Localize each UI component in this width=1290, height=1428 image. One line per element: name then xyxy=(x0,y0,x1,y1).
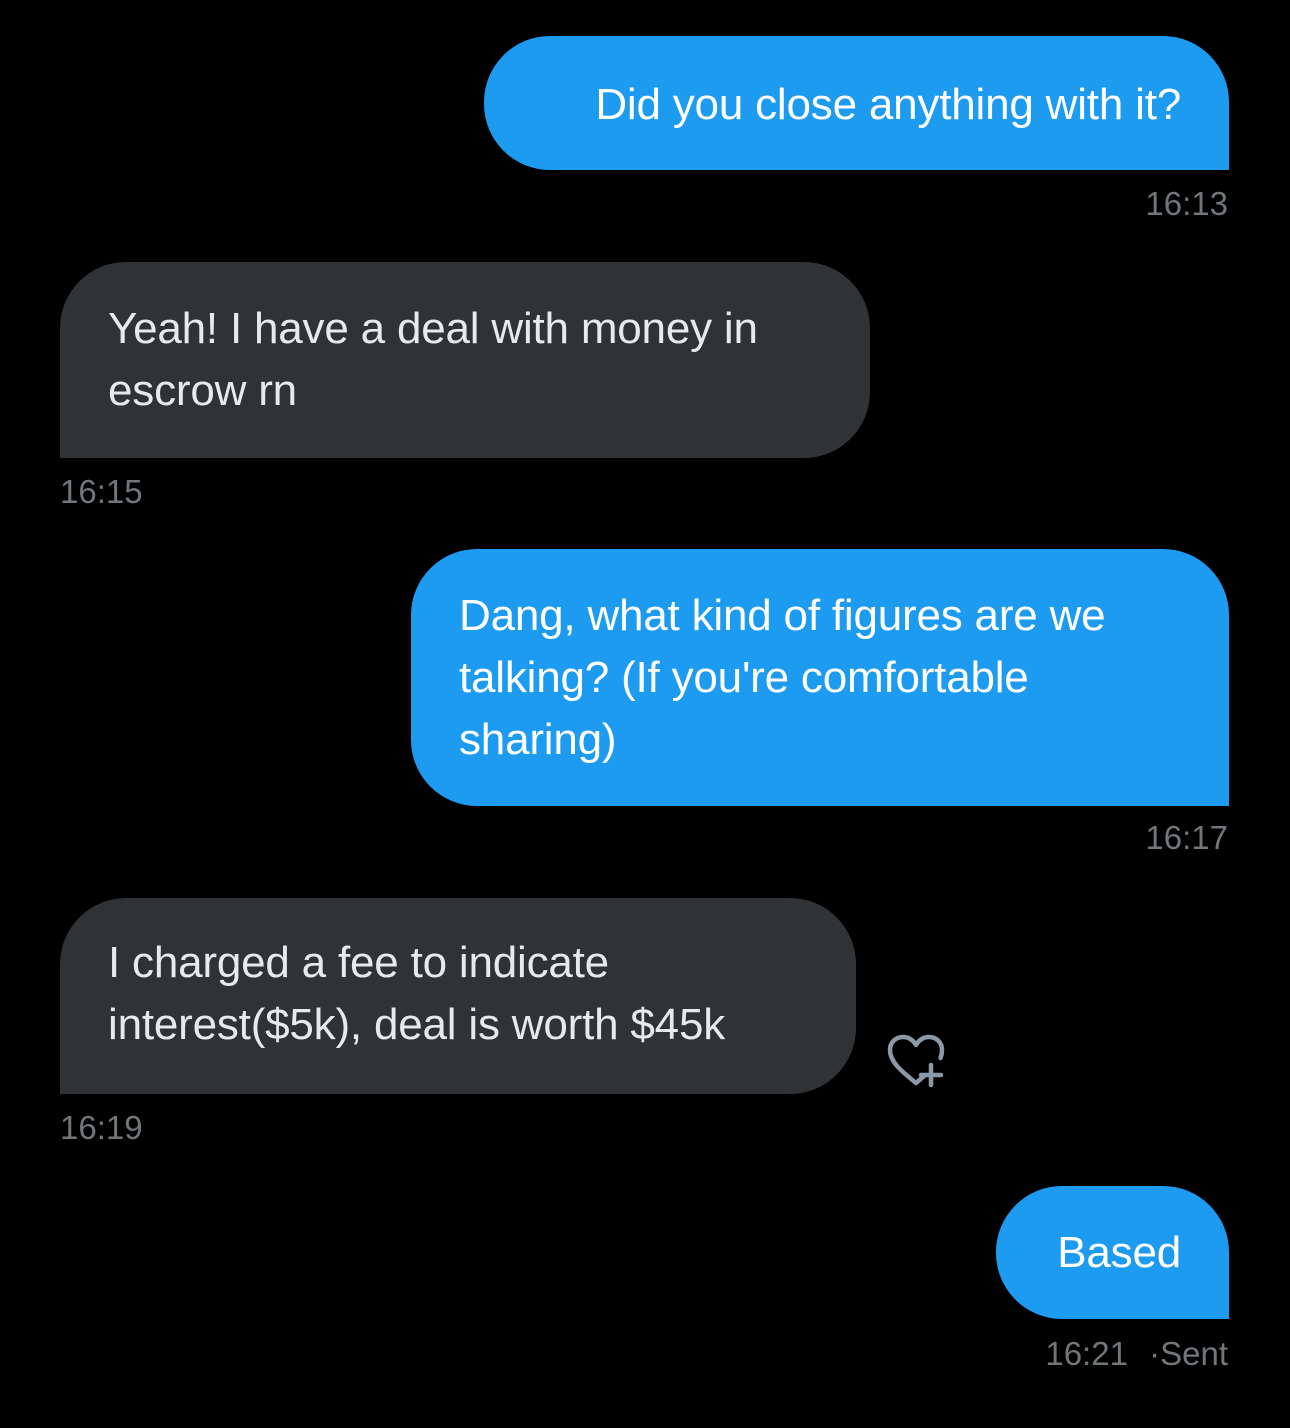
message-bubble-received[interactable]: Yeah! I have a deal with money in escrow… xyxy=(60,262,870,458)
message-thread: Did you close anything with it? 16:13 Ye… xyxy=(0,0,1290,1428)
message-text: I charged a fee to indicate interest($5k… xyxy=(108,938,726,1049)
message-text: Based xyxy=(1057,1228,1181,1277)
message-timestamp: 16:13 xyxy=(1145,185,1228,222)
message-status-line: 16:21 ·Sent xyxy=(1045,1334,1228,1374)
message-timestamp: 16:15 xyxy=(60,473,143,510)
message-timestamp: 16:19 xyxy=(60,1109,143,1146)
message-bubble-sent[interactable]: Based xyxy=(996,1186,1229,1319)
message-text: Dang, what kind of figures are we talkin… xyxy=(459,591,1106,764)
add-reaction-heart-icon[interactable] xyxy=(884,1030,948,1094)
meta-separator: · xyxy=(1149,1335,1161,1372)
delivery-status: Sent xyxy=(1160,1335,1228,1372)
message-bubble-sent[interactable]: Did you close anything with it? xyxy=(484,36,1229,170)
message-text: Did you close anything with it? xyxy=(595,80,1181,129)
message-bubble-received[interactable]: I charged a fee to indicate interest($5k… xyxy=(60,898,856,1094)
message-bubble-sent[interactable]: Dang, what kind of figures are we talkin… xyxy=(411,549,1229,806)
message-text: Yeah! I have a deal with money in escrow… xyxy=(108,304,758,415)
message-timestamp: 16:17 xyxy=(1145,819,1228,856)
message-timestamp: 16:21 xyxy=(1045,1335,1128,1372)
